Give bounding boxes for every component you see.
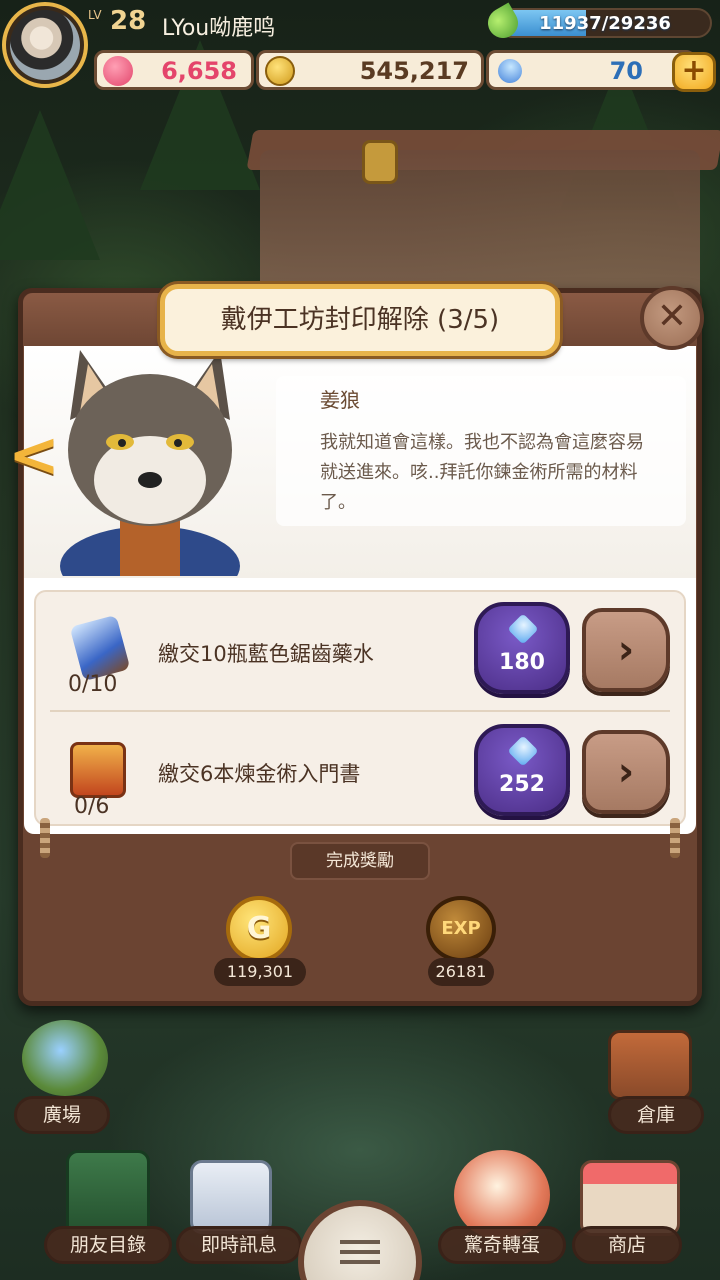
speaker-name: 姜狼	[320, 388, 360, 412]
warehouse-icon[interactable]	[608, 1030, 692, 1100]
rewards-label: 完成獎勵	[290, 842, 430, 880]
lock-icon	[362, 140, 398, 184]
friends-book-icon[interactable]	[66, 1150, 150, 1238]
coins-value: 545,217	[359, 57, 469, 85]
task-progress: 0/10	[68, 672, 118, 697]
player-name: LYou呦鹿鸣	[162, 16, 276, 41]
menu-icon	[340, 1240, 380, 1244]
avatar[interactable]	[10, 10, 80, 80]
heart-icon	[103, 56, 133, 86]
wolf-character	[60, 350, 240, 576]
shop-icon[interactable]	[580, 1160, 680, 1236]
nav-shop[interactable]: 商店	[572, 1226, 682, 1264]
hearts-value: 6,658	[161, 57, 237, 85]
plaza-icon[interactable]	[22, 1020, 108, 1096]
previous-arrow-button[interactable]: <	[8, 420, 60, 490]
task-progress: 0/6	[74, 794, 110, 819]
tree-decoration	[0, 110, 100, 260]
nav-gacha[interactable]: 驚奇轉蛋	[438, 1226, 566, 1264]
nav-warehouse[interactable]: 倉庫	[608, 1096, 704, 1134]
gem-icon	[493, 54, 527, 88]
dialog-title: 戴伊工坊封印解除 (3/5)	[160, 284, 560, 356]
exp-bar-text: 11937/29236	[539, 13, 671, 34]
task-description: 繳交10瓶藍色鋸齒藥水	[158, 642, 374, 666]
go-to-task-button[interactable]: ›	[582, 730, 670, 814]
gems-counter[interactable]: 70	[486, 50, 696, 90]
task-description: 繳交6本煉金術入門書	[158, 762, 361, 786]
nav-friends[interactable]: 朋友目錄	[44, 1226, 172, 1264]
rope-decoration	[40, 818, 50, 858]
gem-icon	[507, 735, 539, 767]
exp-reward-value: 26181	[428, 958, 494, 986]
exp-reward-icon: EXP	[426, 896, 496, 962]
gem-skip-button[interactable]: 252	[474, 724, 570, 816]
level-label: LV	[88, 8, 102, 22]
exp-bar: 11937/29236	[498, 8, 712, 38]
add-gems-button[interactable]: +	[672, 52, 716, 92]
coin-reward-icon: G	[226, 896, 292, 962]
book-icon	[70, 742, 126, 798]
coins-counter[interactable]: 545,217	[256, 50, 484, 90]
dialog-message: 我就知道會這樣。我也不認為會這麼容易就送進來。咳..拜託你鍊金術所需的材料了。	[320, 432, 644, 513]
gem-cost: 252	[499, 772, 545, 797]
gem-cost: 180	[499, 650, 545, 675]
close-button[interactable]: ✕	[640, 286, 704, 350]
rope-decoration	[670, 818, 680, 858]
task-divider	[50, 710, 670, 712]
go-to-task-button[interactable]: ›	[582, 608, 670, 692]
coin-reward-value: 119,301	[214, 958, 306, 986]
coin-icon	[265, 56, 295, 86]
messages-icon[interactable]	[190, 1160, 272, 1234]
hearts-counter[interactable]: 6,658	[94, 50, 254, 90]
gem-skip-button[interactable]: 180	[474, 602, 570, 694]
gems-value: 70	[609, 57, 643, 85]
level-number: 28	[110, 6, 147, 36]
nav-plaza[interactable]: 廣場	[14, 1096, 110, 1134]
nav-messages[interactable]: 即時訊息	[176, 1226, 302, 1264]
gem-icon	[507, 613, 539, 645]
